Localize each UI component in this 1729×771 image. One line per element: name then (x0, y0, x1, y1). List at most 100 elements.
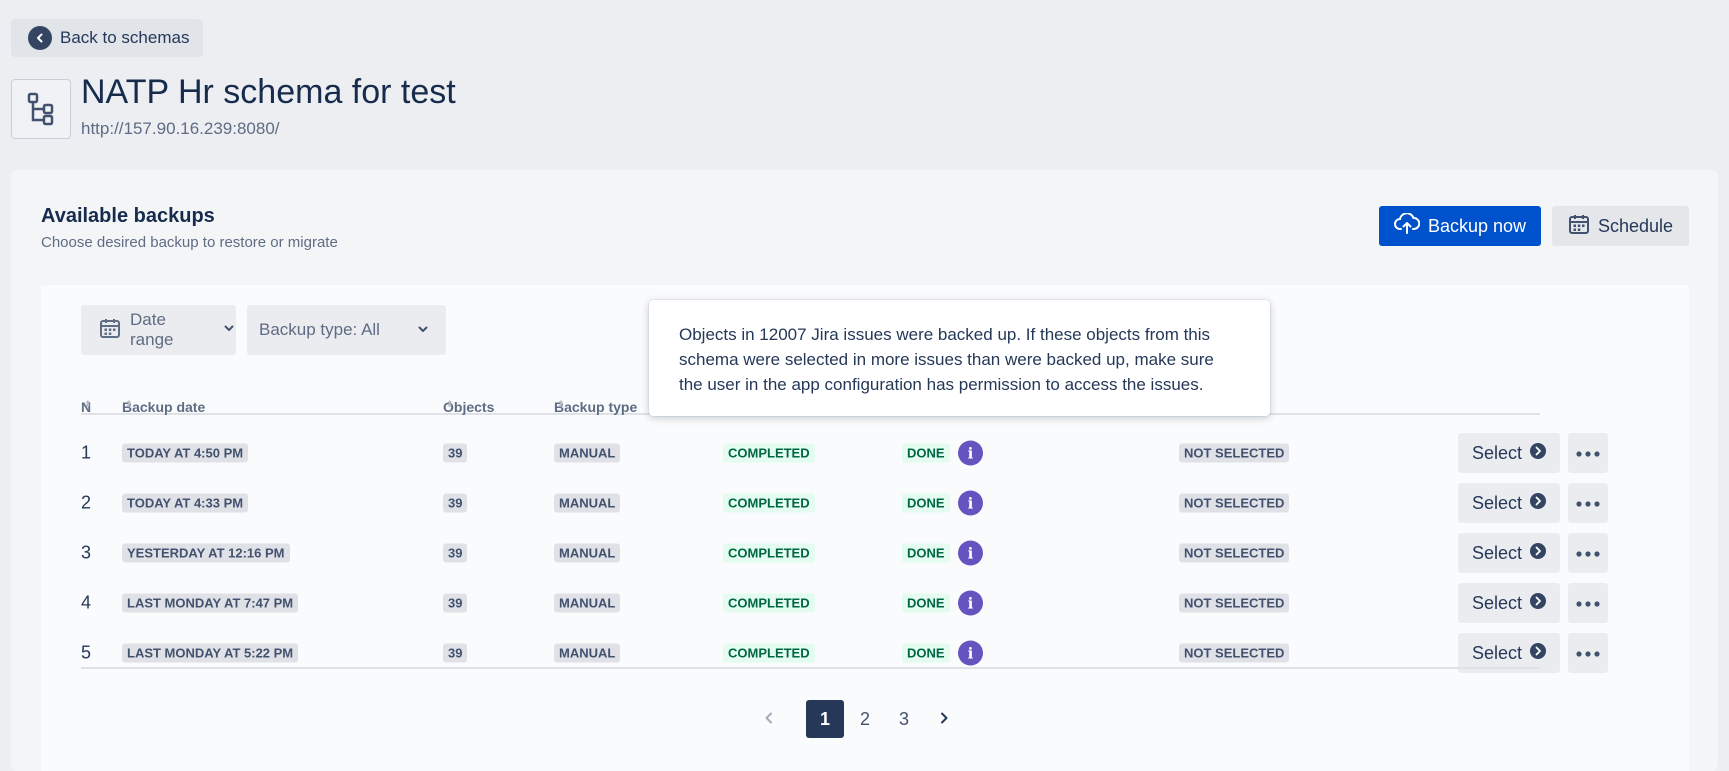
chevron-down-icon (416, 321, 430, 341)
backup-status-lozenge: COMPLETED (723, 593, 815, 613)
card-subtitle: Choose desired backup to restore or migr… (41, 234, 338, 251)
card-title: Available backups (41, 205, 215, 227)
back-to-schemas-button[interactable]: Back to schemas (11, 19, 204, 57)
info-icon[interactable]: i (958, 540, 983, 566)
arrow-right-circle-icon (1530, 542, 1547, 564)
objects-count-lozenge: 39 (443, 493, 468, 513)
pagination-page-1[interactable]: 1 (806, 700, 844, 738)
table-row: 2 TODAY AT 4:33 PM 39 MANUAL COMPLETED DONE i N… (81, 478, 1608, 528)
backup-now-label: Backup now (1427, 215, 1527, 236)
row-number: 5 (81, 642, 92, 663)
select-button-label: Select (1471, 542, 1523, 563)
table-footer-divider (81, 667, 1540, 669)
objects-result-lozenge: DONE (902, 643, 950, 663)
schema-url: http://157.90.16.239:8080/ (81, 119, 280, 138)
chevron-left-icon (28, 26, 52, 50)
chevron-left-icon (762, 709, 776, 730)
select-button-label: Select (1471, 642, 1523, 663)
calendar-icon (99, 317, 121, 344)
more-dots-icon (1576, 444, 1600, 462)
pagination-next-button[interactable] (925, 700, 963, 738)
backups-card: Available backups Choose desired backup … (11, 170, 1718, 771)
cloud-upload-icon (1394, 211, 1421, 240)
chevron-right-icon (937, 709, 951, 730)
date-range-label: Date range (130, 310, 174, 349)
select-backup-button[interactable]: Select (1458, 583, 1560, 623)
objects-result-lozenge: DONE (902, 493, 950, 513)
arrow-right-circle-icon (1530, 492, 1547, 514)
backup-type-lozenge: MANUAL (554, 593, 621, 613)
selection-status-lozenge: NOT SELECTED (1179, 493, 1290, 513)
objects-count-lozenge: 39 (443, 543, 468, 563)
row-number: 2 (81, 492, 92, 513)
backup-type-label: Backup type: All (259, 320, 380, 339)
backup-date-lozenge: YESTERDAY AT 12:16 PM (122, 543, 290, 563)
backup-status-lozenge: COMPLETED (723, 493, 815, 513)
backup-date-lozenge: LAST MONDAY AT 7:47 PM (122, 593, 299, 613)
more-actions-button[interactable] (1568, 483, 1608, 523)
objects-count-lozenge: 39 (443, 593, 468, 613)
more-actions-button[interactable] (1568, 533, 1608, 573)
backup-status-lozenge: COMPLETED (723, 643, 815, 663)
backup-now-button[interactable]: Backup now (1379, 206, 1541, 246)
info-icon[interactable]: i (958, 640, 983, 666)
table-row: 5 LAST MONDAY AT 5:22 PM 39 MANUAL COMPLETED… (81, 628, 1608, 678)
more-actions-button[interactable] (1568, 583, 1608, 623)
selection-status-lozenge: NOT SELECTED (1179, 593, 1290, 613)
select-button-label: Select (1471, 592, 1523, 613)
table-row: 3 YESTERDAY AT 12:16 PM 39 MANUAL COMPLETED D… (81, 528, 1608, 578)
more-dots-icon (1576, 544, 1600, 562)
selection-status-lozenge: NOT SELECTED (1179, 543, 1290, 563)
more-actions-button[interactable] (1568, 433, 1608, 473)
row-number: 4 (81, 592, 92, 613)
more-actions-button[interactable] (1568, 633, 1608, 673)
more-dots-icon (1576, 594, 1600, 612)
arrow-right-circle-icon (1530, 442, 1547, 464)
backup-date-lozenge: TODAY AT 4:33 PM (122, 493, 249, 513)
backup-status-lozenge: COMPLETED (723, 443, 815, 463)
info-icon[interactable]: i (958, 440, 983, 466)
selection-status-lozenge: NOT SELECTED (1179, 643, 1290, 663)
objects-result-lozenge: DONE (902, 593, 950, 613)
select-button-label: Select (1471, 442, 1523, 463)
table-row: 4 LAST MONDAY AT 7:47 PM 39 MANUAL COMPLETED… (81, 578, 1608, 628)
schedule-label: Schedule (1597, 215, 1674, 236)
objects-count-lozenge: 39 (443, 443, 468, 463)
objects-result-lozenge: DONE (902, 543, 950, 563)
backup-status-lozenge: COMPLETED (723, 543, 815, 563)
row-number: 3 (81, 542, 92, 563)
backup-type-filter[interactable]: Backup type: All (247, 305, 446, 355)
arrow-right-circle-icon (1530, 642, 1547, 664)
info-icon[interactable]: i (958, 590, 983, 616)
select-backup-button[interactable]: Select (1458, 533, 1560, 573)
pagination-page-2[interactable]: 2 (846, 700, 884, 738)
more-dots-icon (1576, 494, 1600, 512)
table-row: 1 TODAY AT 4:50 PM 39 MANUAL COMPLETED DONE i N… (81, 428, 1608, 478)
info-icon[interactable]: i (958, 490, 983, 516)
objects-result-lozenge: DONE (902, 443, 950, 463)
backup-date-lozenge: LAST MONDAY AT 5:22 PM (122, 643, 299, 663)
objects-count-lozenge: 39 (443, 643, 468, 663)
select-backup-button[interactable]: Select (1458, 433, 1560, 473)
arrow-right-circle-icon (1530, 592, 1547, 614)
backup-type-lozenge: MANUAL (554, 443, 621, 463)
backup-type-lozenge: MANUAL (554, 643, 621, 663)
select-backup-button[interactable]: Select (1458, 483, 1560, 523)
page-title: NATP Hr schema for test (81, 73, 456, 111)
chevron-down-icon (222, 320, 236, 340)
more-dots-icon (1576, 644, 1600, 662)
backup-type-lozenge: MANUAL (554, 543, 621, 563)
backup-date-lozenge: TODAY AT 4:50 PM (122, 443, 249, 463)
schedule-button[interactable]: Schedule (1552, 206, 1689, 246)
pagination-page-3[interactable]: 3 (885, 700, 923, 738)
row-number: 1 (81, 442, 92, 463)
selection-status-lozenge: NOT SELECTED (1179, 443, 1290, 463)
select-button-label: Select (1471, 492, 1523, 513)
backup-type-lozenge: MANUAL (554, 493, 621, 513)
hierarchy-icon (11, 79, 71, 139)
back-button-label: Back to schemas (60, 28, 190, 47)
calendar-icon (1568, 213, 1590, 240)
pagination-prev-button[interactable] (750, 700, 788, 738)
date-range-filter[interactable]: Date range (81, 305, 236, 355)
objects-info-tooltip: Objects in 12007 Jira issues were backed… (649, 300, 1270, 416)
